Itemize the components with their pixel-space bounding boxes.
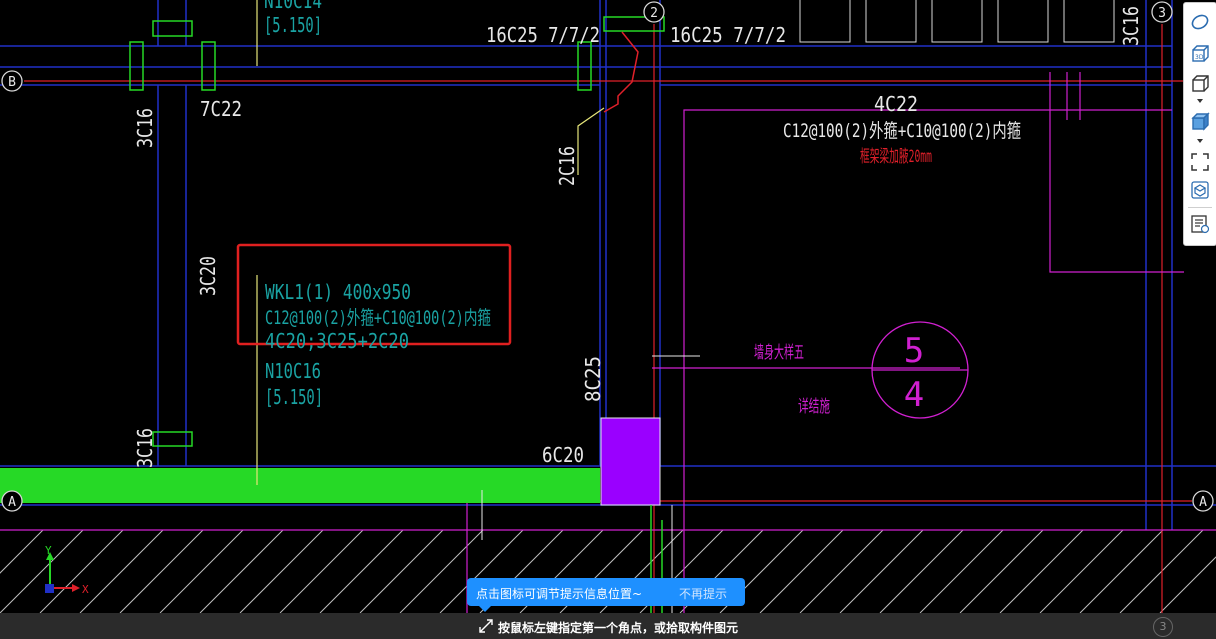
label-3c16-bottom: 3C16 [133, 428, 157, 468]
detail-sheet: 4 [904, 375, 924, 415]
label-stirrup-right: C12@100(2)外箍+C10@100(2)内箍 [783, 120, 1021, 142]
label-7c22: 7C22 [200, 97, 242, 121]
label-8c25: 8C25 [581, 356, 605, 402]
detail-callout[interactable]: 5 4 [871, 321, 969, 419]
top-stub-2: [5.150] [264, 13, 322, 37]
beam-level: [5.150] [265, 385, 323, 409]
axis-marker-3: 3 [1153, 617, 1173, 637]
label-6c20: 6C20 [542, 443, 584, 467]
wkl1-beam[interactable] [0, 468, 600, 503]
axis-bubble-a-left[interactable]: A [1, 490, 23, 512]
beam-stirrup: C12@100(2)外箍+C10@100(2)内箍 [265, 307, 491, 329]
rebar-label-top-right: 16C25 7/7/2 [670, 23, 786, 47]
label-3c20: 3C20 [196, 256, 220, 296]
column-kz[interactable] [600, 417, 661, 506]
label-3c16-left: 3C16 [133, 108, 157, 148]
pick-cursor-icon [479, 619, 493, 633]
fullscreen-icon[interactable] [1187, 149, 1213, 175]
hint-message: 点击图标可调节提示信息位置~ [476, 587, 643, 601]
cad-drawing-canvas[interactable]: 2 3 B A A 5 4 16C25 7/7/2 16C25 7/7/2 7C… [0, 0, 1216, 639]
svg-text:A: A [8, 495, 16, 510]
svg-text:3D: 3D [1195, 54, 1204, 61]
toolbar-divider [1188, 207, 1212, 208]
beam-name: WKL1(1) 400x950 [265, 280, 411, 304]
detail-number: 5 [904, 331, 924, 371]
command-prompt: 按鼠标左键指定第一个角点，或拾取构件图元 [498, 621, 739, 635]
cube-view-icon[interactable] [1187, 71, 1213, 97]
svg-text:2: 2 [650, 6, 658, 21]
view-toolbar: 3D [1183, 2, 1216, 246]
axis-bubble-2[interactable]: 2 [643, 1, 665, 23]
hint-tooltip[interactable]: 点击图标可调节提示信息位置~ 不再提示 [467, 578, 745, 612]
see-structure-label: 详结施 [798, 397, 830, 417]
chevron-down-icon[interactable] [1187, 135, 1213, 147]
svg-text:Y: Y [45, 544, 52, 557]
component-view-icon[interactable] [1187, 177, 1213, 203]
label-2c16: 2C16 [555, 146, 579, 186]
axis-bubble-b[interactable]: B [1, 70, 23, 92]
svg-text:B: B [8, 75, 16, 90]
beam-side-rebar: N10C16 [265, 359, 321, 383]
3d-view-icon[interactable]: 3D [1187, 41, 1213, 67]
label-4c22: 4C22 [874, 92, 918, 116]
property-list-icon[interactable] [1187, 211, 1213, 237]
axis-bubble-a-right[interactable]: A [1192, 490, 1214, 512]
command-status-bar: 按鼠标左键指定第一个角点，或拾取构件图元 3 [0, 613, 1216, 639]
wall-detail-label: 墙身大样五 [754, 343, 804, 363]
axis-bubble-3[interactable]: 3 [1151, 1, 1173, 23]
tooltip-arrow [479, 606, 491, 612]
rebar-label-top-left: 16C25 7/7/2 [486, 23, 600, 47]
svg-text:3: 3 [1158, 6, 1166, 21]
svg-text:A: A [1199, 495, 1207, 510]
top-stub-1: N10C14 [264, 0, 322, 13]
label-3c16-top-right: 3C16 [1119, 6, 1143, 46]
chevron-down-icon[interactable] [1187, 95, 1213, 107]
beam-main-rebar: 4C20;3C25+2C20 [265, 329, 409, 353]
svg-text:X: X [82, 583, 89, 596]
orbit-icon[interactable] [1187, 9, 1213, 35]
haunch-note: 框架梁加腋20mm [860, 147, 932, 167]
dont-show-again-link[interactable]: 不再提示 [679, 585, 727, 602]
shaded-cube-icon[interactable] [1187, 109, 1213, 135]
